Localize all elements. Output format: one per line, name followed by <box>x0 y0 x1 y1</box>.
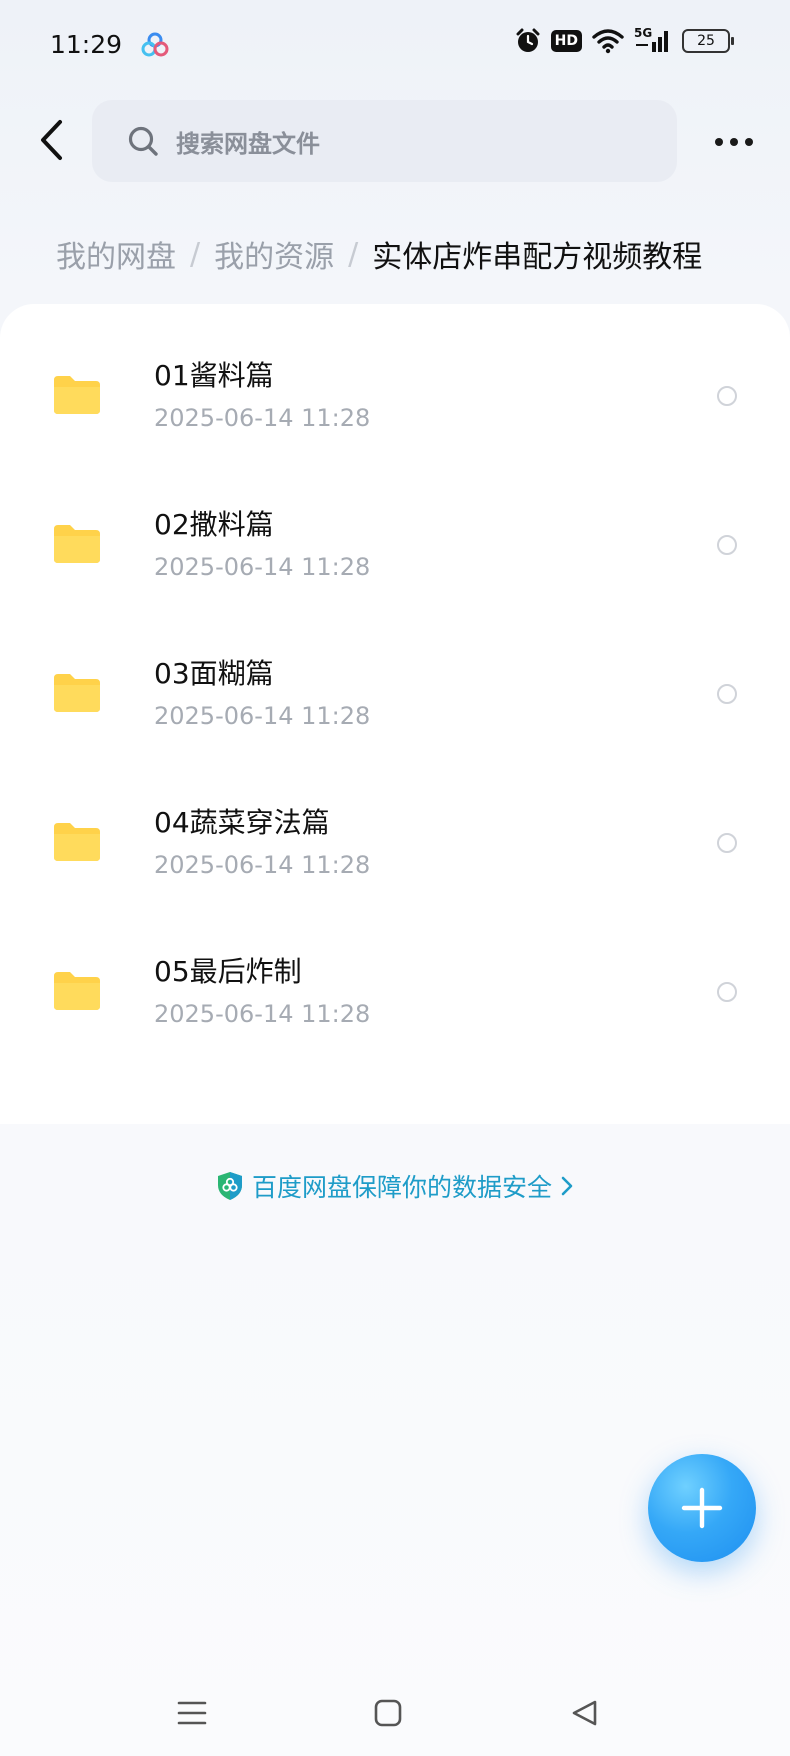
wifi-icon <box>592 29 624 54</box>
select-checkbox[interactable] <box>717 982 737 1002</box>
status-time: 11:29 <box>50 30 123 59</box>
folder-icon <box>54 376 100 414</box>
nav-back-button[interactable] <box>554 1688 614 1738</box>
breadcrumb-my-netdisk[interactable]: 我的网盘 <box>56 232 176 276</box>
breadcrumb: 我的网盘 / 我的资源 / 实体店炸串配方视频教程 <box>56 232 702 276</box>
triangle-back-icon <box>572 1700 597 1726</box>
folder-icon <box>54 823 100 861</box>
system-nav-bar <box>0 1680 790 1756</box>
back-button[interactable] <box>28 112 74 168</box>
status-icons: HD 5G 25 <box>515 26 734 54</box>
file-row[interactable]: 02撒料篇 2025-06-14 11:28 <box>0 473 790 621</box>
select-checkbox[interactable] <box>717 833 737 853</box>
file-date: 2025-06-14 11:28 <box>154 1000 371 1028</box>
folder-icon <box>54 674 100 712</box>
security-banner-text: 百度网盘保障你的数据安全 <box>251 1173 552 1202</box>
battery-indicator: 25 <box>682 29 734 53</box>
chevron-right-icon <box>561 1176 573 1196</box>
chevron-left-icon <box>41 120 62 160</box>
file-date: 2025-06-14 11:28 <box>154 553 371 581</box>
file-name: 04蔬菜穿法篇 <box>154 806 330 839</box>
security-banner-link[interactable]: 百度网盘保障你的数据安全 <box>0 1168 790 1204</box>
file-name: 01酱料篇 <box>154 359 274 392</box>
breadcrumb-my-resources[interactable]: 我的资源 <box>214 232 334 276</box>
more-dots-icon <box>715 138 723 146</box>
alarm-icon <box>516 28 540 52</box>
battery-level: 25 <box>697 33 715 49</box>
folder-icon <box>54 972 100 1010</box>
select-checkbox[interactable] <box>717 535 737 555</box>
more-options-button[interactable] <box>706 118 762 166</box>
nav-menu-button[interactable] <box>162 1688 222 1738</box>
file-date: 2025-06-14 11:28 <box>154 404 371 432</box>
file-name: 02撒料篇 <box>154 508 274 541</box>
nav-home-button[interactable] <box>358 1688 418 1738</box>
file-row[interactable]: 01酱料篇 2025-06-14 11:28 <box>0 324 790 472</box>
file-list: 01酱料篇 2025-06-14 11:28 02撒料篇 2025-06-14 … <box>0 304 790 1124</box>
hd-badge: HD <box>550 30 582 52</box>
file-row[interactable]: 05最后炸制 2025-06-14 11:28 <box>0 920 790 1068</box>
select-checkbox[interactable] <box>717 684 737 704</box>
file-date: 2025-06-14 11:28 <box>154 851 371 879</box>
cellular-signal-icon: 5G <box>634 26 672 54</box>
breadcrumb-separator: / <box>190 236 201 272</box>
breadcrumb-current-folder: 实体店炸串配方视频教程 <box>372 240 703 275</box>
select-checkbox[interactable] <box>717 386 737 406</box>
baidu-netdisk-app-icon <box>141 32 169 57</box>
plus-icon <box>681 1487 723 1529</box>
search-icon <box>128 126 158 156</box>
file-row[interactable]: 03面糊篇 2025-06-14 11:28 <box>0 622 790 770</box>
breadcrumb-separator: / <box>348 236 359 272</box>
folder-icon <box>54 525 100 563</box>
shield-icon <box>217 1172 242 1200</box>
file-row[interactable]: 04蔬菜穿法篇 2025-06-14 11:28 <box>0 771 790 919</box>
file-name: 05最后炸制 <box>154 955 302 988</box>
status-bar: 11:29 HD 5G 25 <box>0 0 790 90</box>
search-input[interactable]: 搜索网盘文件 <box>92 100 677 182</box>
file-name: 03面糊篇 <box>154 657 274 690</box>
add-button[interactable] <box>648 1454 756 1562</box>
file-date: 2025-06-14 11:28 <box>154 702 371 730</box>
search-placeholder: 搜索网盘文件 <box>176 129 320 158</box>
home-square-icon <box>374 1699 402 1727</box>
menu-icon <box>177 1701 207 1725</box>
